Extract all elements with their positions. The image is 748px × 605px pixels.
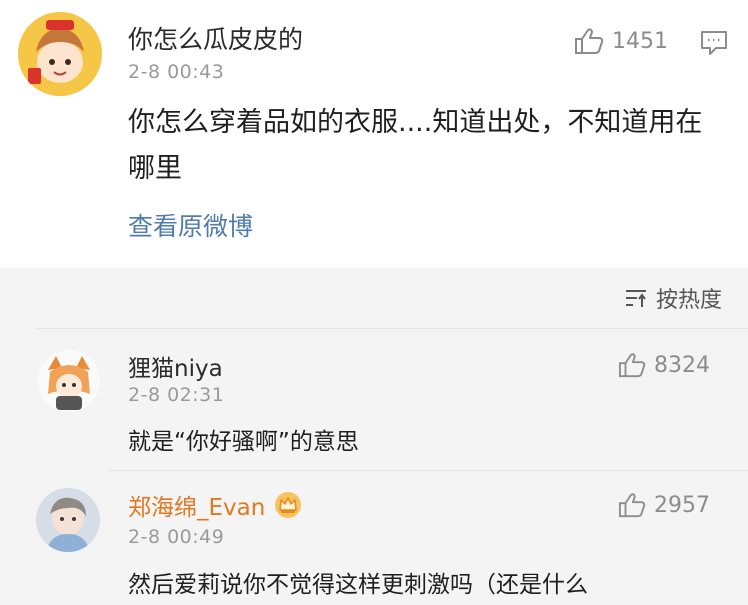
sort-button[interactable]: 按热度 (624, 282, 722, 314)
comment-item: 郑海绵_Evan 2-8 00:49 2957 然后爱莉说你不觉得这样更刺激吗（… (0, 470, 748, 605)
post-like-count: 1451 (612, 28, 668, 54)
comment-like-count: 2957 (654, 492, 710, 518)
comment-avatar[interactable] (38, 350, 100, 412)
post-like-button[interactable]: 1451 (574, 27, 668, 55)
comment-username[interactable]: 郑海绵_Evan (128, 488, 265, 522)
post-time: 2-8 00:43 (128, 61, 225, 83)
post-username[interactable]: 你怎么瓜皮皮的 (128, 20, 303, 56)
post-body: 你怎么穿着品如的衣服....知道出处，不知道用在哪里 (128, 107, 703, 184)
comment-like-count: 8324 (654, 352, 710, 378)
thumbs-up-icon (575, 28, 604, 54)
sort-label: 按热度 (655, 288, 722, 313)
thumbs-up-icon (619, 353, 646, 378)
post: 你怎么瓜皮皮的 2-8 00:43 1451 你怎么穿着品如的衣服....知道出… (0, 0, 748, 268)
comment-time: 2-8 02:31 (128, 384, 225, 406)
comment-time: 2-8 00:49 (128, 526, 225, 548)
thumbs-up-icon (619, 493, 646, 518)
comment-username[interactable]: 狸猫niya (128, 349, 223, 383)
comment-like-button[interactable]: 2957 (618, 492, 710, 518)
comment-like-button[interactable]: 8324 (618, 352, 710, 378)
comment-icon[interactable] (700, 30, 728, 60)
comment-avatar[interactable] (36, 488, 100, 552)
comment-header: 郑海绵_Evan (128, 488, 303, 522)
comment-item: 狸猫niya 2-8 02:31 8324 就是“你好骚啊”的意思 (0, 328, 748, 470)
post-avatar[interactable] (18, 12, 102, 96)
view-original-link[interactable]: 查看原微博 (128, 207, 253, 243)
sort-icon (625, 290, 646, 307)
comment-text: 然后爱莉说你不觉得这样更刺激吗（还是什么 (128, 572, 588, 598)
crown-icon (275, 492, 302, 518)
comment-text: 就是“你好骚啊”的意思 (128, 429, 359, 455)
comments-section: 按热度 狸猫niya 2-8 02:31 8324 就是“你好骚啊”的意思 郑海… (0, 268, 748, 605)
